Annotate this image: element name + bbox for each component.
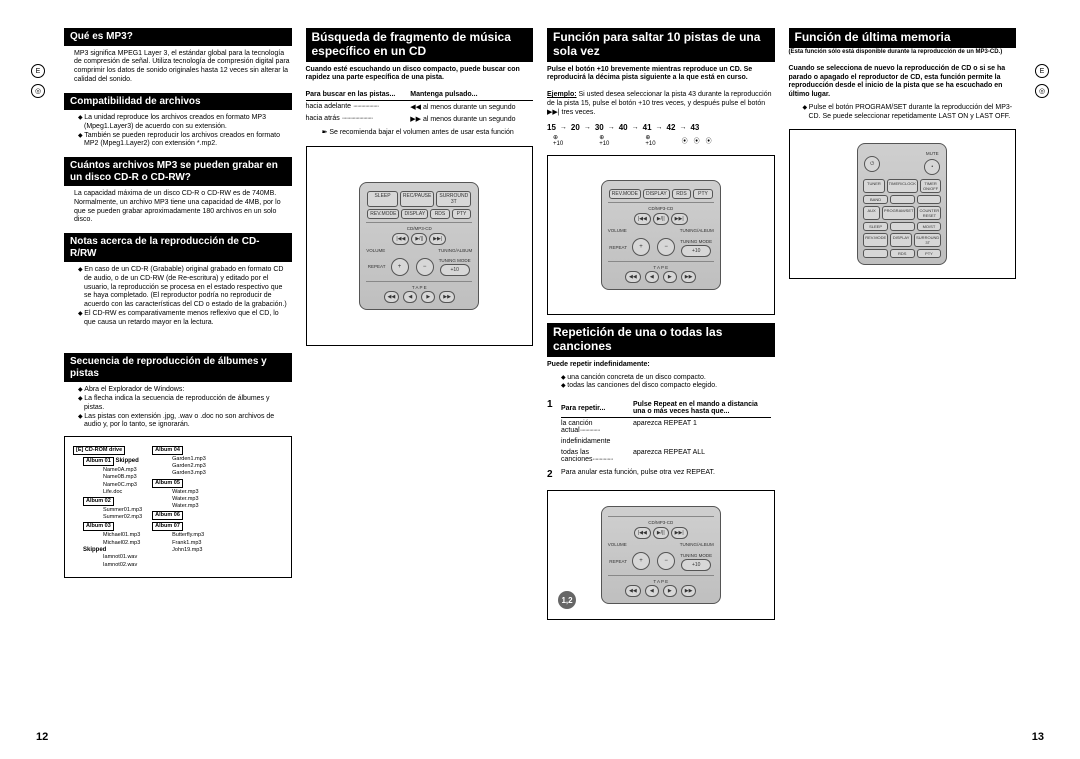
heading-compat: Compatibilidad de archivos (64, 93, 292, 111)
text-cap-1: La capacidad máxima de un disco CD-R o C… (74, 190, 292, 199)
heading-cuantos: Cuántos archivos MP3 se pueden grabar en… (64, 157, 292, 186)
bullet-cdrw-1: En caso de un CD-R (Grabable) original g… (74, 266, 292, 310)
step2-text: Para anular esta función, pulse otra vez… (561, 467, 775, 482)
right-margin-tag: E ◎ (1034, 28, 1050, 741)
bullet-cdrw-2: El CD-RW es comparativamente menos refle… (74, 310, 292, 328)
repeat-steps: 1 Para repetir...Pulse Repeat en el mand… (547, 397, 775, 482)
remote-control-3: CD/MP3-CD |◀◀▶/||▶▶| VOLUMETUNING/ALBUM … (601, 506, 721, 604)
search-table: Para buscar en las pistas... Mantenga pu… (306, 89, 534, 125)
th-mantenga: Mantenga pulsado... (410, 89, 533, 101)
remote-illustration-1: SLEEPREC/PAUSESURROUND 3T REV.MODEDISPLA… (306, 146, 534, 346)
album-tree: [E] CD-ROM drive Album 01 Skipped Name0A… (64, 436, 292, 578)
heading-ultima-memoria: Función de última memoria (789, 28, 1017, 48)
heading-secuencia: Secuencia de reproducción de álbumes y p… (64, 353, 292, 382)
page-number-right: 13 (1032, 731, 1044, 743)
bullet-rep-1: una canción concreta de un disco compact… (557, 374, 775, 383)
bullet-ultima: Pulse el botón PROGRAM/SET durante la re… (799, 104, 1017, 122)
bullet-compat-1: La unidad reproduce los archivos creados… (74, 114, 292, 132)
bullet-rep-2: todas las canciones del disco compacto e… (557, 382, 775, 391)
column-4: Función de última memoria (Esta función … (789, 28, 1017, 741)
text-mp3-desc: MP3 significa MPEG1 Layer 3, el estándar… (64, 46, 292, 85)
text-saltar10: Pulse el botón +10 brevemente mientras r… (547, 62, 775, 84)
heading-saltar10: Función para saltar 10 pistas de una sol… (547, 28, 775, 62)
skip-icons-row: ⊕+10 ⊕+10 ⊕+10 ⦿ ⦿ ⦿ (547, 134, 775, 147)
heading-busqueda: Búsqueda de fragmento de música específi… (306, 28, 534, 62)
heading-repeticion: Repetición de una o todas las canciones (547, 323, 775, 357)
remote-control-4: ⏻ MUTE• TUNERTIMER/CLOCKTIMER ON/OFF BAN… (857, 143, 947, 265)
heading-notas-cdrw: Notas acerca de la reproducción de CD-R/… (64, 233, 292, 262)
heading-que-es-mp3: Qué es MP3? (64, 28, 292, 46)
column-3: Función para saltar 10 pistas de una sol… (547, 28, 775, 741)
text-busqueda: Cuando esté escuchando un disco compacto… (306, 62, 534, 84)
play-pause-icon: ▶/|| (411, 233, 427, 245)
text-vol-note: Se recomienda bajar el volumen antes de … (329, 129, 513, 136)
lang-marker-r: E (1035, 64, 1049, 78)
column-2: Búsqueda de fragmento de música específi… (306, 28, 534, 741)
th-buscar: Para buscar en las pistas... (306, 89, 411, 101)
bullet-seq-1: Abra el Explorador de Windows: (74, 386, 292, 395)
disc-marker: ◎ (31, 84, 45, 98)
prev-icon: |◀◀ (392, 233, 409, 245)
page-number-left: 12 (36, 731, 48, 743)
text-ultima: Cuando se selecciona de nuevo la reprodu… (789, 61, 1017, 100)
sub-note: (Esta función sólo está disponible duran… (789, 49, 1017, 55)
remote-control: SLEEPREC/PAUSESURROUND 3T REV.MODEDISPLA… (359, 182, 479, 310)
remote-illustration-4: ⏻ MUTE• TUNERTIMER/CLOCKTIMER ON/OFF BAN… (789, 129, 1017, 279)
bullet-seq-3: Las pistas con extensión .jpg, .wav o .d… (74, 413, 292, 431)
next-icon: ▶▶| (429, 233, 446, 245)
remote-control-2: REV.MODEDISPLAYRDSPTY CD/MP3-CD |◀◀▶/||▶… (601, 180, 721, 290)
text-repetir-lead: Puede repetir indefinidamente: (547, 357, 775, 370)
skip-sequence: 15→ 20→ 30→ 40→ 41→ 42→ 43 (547, 123, 775, 132)
left-margin-tag: E ◎ (30, 28, 46, 741)
bullet-seq-2: La flecha indica la secuencia de reprodu… (74, 395, 292, 413)
column-1: Qué es MP3? MP3 significa MPEG1 Layer 3,… (64, 28, 292, 741)
remote-illustration-3: CD/MP3-CD |◀◀▶/||▶▶| VOLUMETUNING/ALBUM … (547, 490, 775, 620)
disc-marker-r: ◎ (1035, 84, 1049, 98)
remote-illustration-2: REV.MODEDISPLAYRDSPTY CD/MP3-CD |◀◀▶/||▶… (547, 155, 775, 315)
text-cap-2: Normalmente, un archivo MP3 tiene una ca… (74, 199, 292, 225)
power-icon: ⏻ (864, 156, 880, 172)
callout-badge: 1,2 (558, 591, 576, 609)
lang-marker: E (31, 64, 45, 78)
text-ejemplo: Si usted desea seleccionar la pista 43 d… (547, 91, 772, 116)
bullet-compat-2: También se pueden reproducir los archivo… (74, 132, 292, 150)
